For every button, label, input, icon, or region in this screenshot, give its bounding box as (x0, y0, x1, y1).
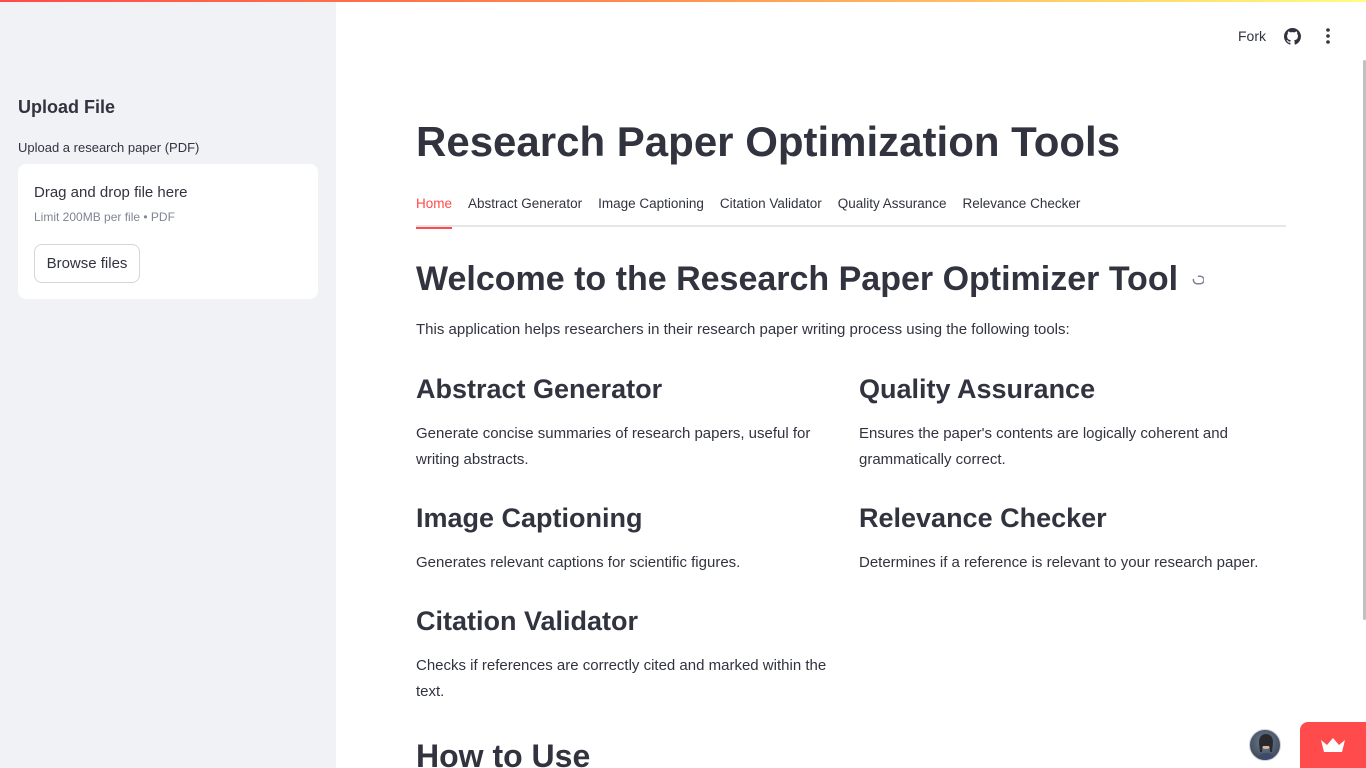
tab-citation-validator[interactable]: Citation Validator (720, 190, 822, 227)
upload-label: Upload a research paper (PDF) (18, 140, 200, 155)
feature-abstract-title: Abstract Generator (416, 374, 663, 404)
feature-citation-desc: Checks if references are correctly cited… (416, 657, 827, 700)
tab-home[interactable]: Home (416, 190, 453, 229)
feature-relevance-desc: Determines if a reference is relevant to… (859, 554, 1259, 571)
feature-image-desc: Generates relevant captions for scientif… (416, 554, 741, 571)
tab-quality-assurance[interactable]: Quality Assurance (838, 190, 947, 227)
tab-bar: Home Abstract Generator Image Captioning… (416, 190, 1286, 229)
feature-quality-desc: Ensures the paper's contents are logical… (859, 425, 1228, 468)
sidebar-title: Upload File (18, 97, 116, 117)
more-vertical-icon[interactable] (1318, 24, 1338, 48)
tab-relevance-checker[interactable]: Relevance Checker (963, 190, 1081, 227)
user-avatar[interactable] (1249, 729, 1281, 761)
dropzone-limit: Limit 200MB per file • PDF (34, 210, 175, 224)
welcome-heading: Welcome to the Research Paper Optimizer … (416, 260, 1205, 299)
sidebar: Upload File Upload a research paper (PDF… (0, 0, 336, 768)
tab-abstract-generator[interactable]: Abstract Generator (468, 190, 582, 227)
main-content: Research Paper Optimization Tools Home A… (416, 0, 1286, 768)
feature-citation-title: Citation Validator (416, 606, 639, 636)
intro-text: This application helps researchers in th… (416, 321, 1070, 338)
anchor-link-icon[interactable] (1186, 271, 1205, 289)
browse-files-button[interactable]: Browse files (34, 244, 140, 283)
welcome-heading-text: Welcome to the Research Paper Optimizer … (416, 260, 1179, 298)
top-decoration-stripe (0, 0, 1366, 2)
file-dropzone[interactable]: Drag and drop file here Limit 200MB per … (18, 164, 318, 299)
streamlit-crown-icon[interactable] (1300, 722, 1366, 768)
dropzone-title: Drag and drop file here (34, 184, 188, 201)
how-to-use-heading: How to Use (416, 738, 591, 768)
feature-image-title: Image Captioning (416, 503, 643, 533)
page-title: Research Paper Optimization Tools (416, 118, 1121, 165)
feature-relevance-title: Relevance Checker (859, 503, 1107, 533)
tab-image-captioning[interactable]: Image Captioning (598, 190, 704, 227)
feature-quality-title: Quality Assurance (859, 374, 1096, 404)
feature-abstract-desc: Generate concise summaries of research p… (416, 425, 811, 468)
